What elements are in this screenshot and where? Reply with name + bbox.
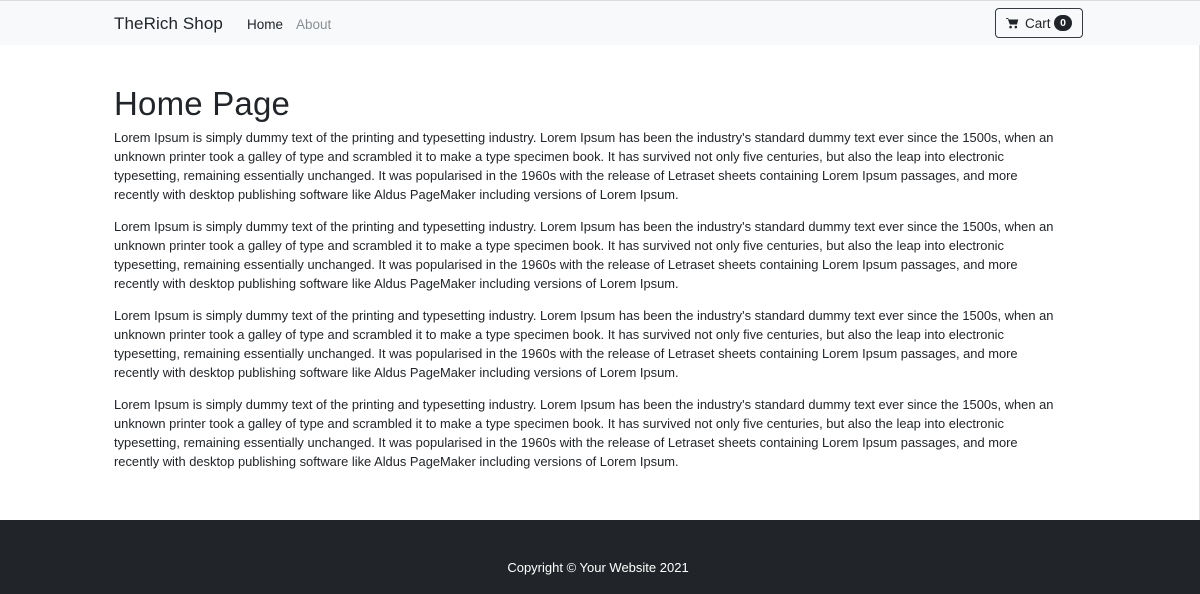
nav-link-home[interactable]: Home (247, 16, 283, 33)
page-title: Home Page (114, 85, 291, 122)
paragraph: Lorem Ipsum is simply dummy text of the … (114, 219, 1054, 291)
paragraph: Lorem Ipsum is simply dummy text of the … (114, 308, 1054, 380)
copyright-text: Copyright © Your Website 2021 (507, 560, 689, 575)
brand-link[interactable]: TheRich Shop (114, 14, 223, 34)
main-content: Home Page Lorem Ipsum is simply dummy te… (114, 86, 1064, 471)
footer: Copyright © Your Website 2021 (0, 520, 1200, 594)
paragraph: Lorem Ipsum is simply dummy text of the … (114, 130, 1054, 202)
paragraph: Lorem Ipsum is simply dummy text of the … (114, 397, 1054, 469)
nav-links: Home About (247, 16, 331, 33)
navbar: TheRich Shop Home About Cart 0 (0, 1, 1200, 45)
cart-label: Cart (1025, 16, 1051, 31)
cart-button[interactable]: Cart 0 (995, 8, 1083, 38)
nav-link-about[interactable]: About (296, 16, 331, 33)
cart-icon (1006, 17, 1019, 29)
cart-count-badge: 0 (1054, 15, 1072, 31)
